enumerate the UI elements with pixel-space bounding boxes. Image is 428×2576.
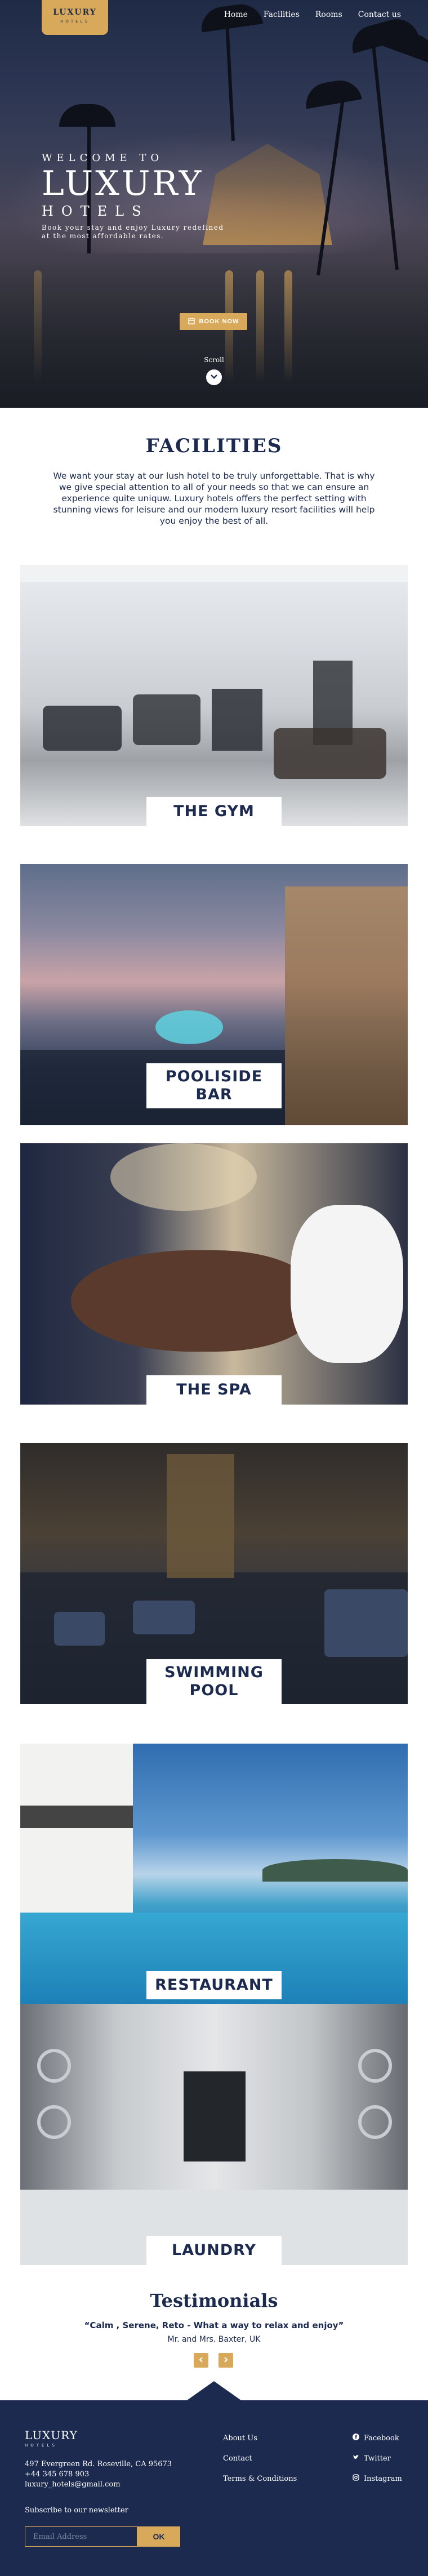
- facilities-title: FACILITIES: [145, 435, 283, 457]
- scroll-label: Scroll: [204, 356, 224, 364]
- hero-title: LUXURY: [42, 164, 204, 203]
- footer-contact-info: 497 Evergreen Rd. Roseville, CA 95673 +4…: [25, 2459, 172, 2490]
- chevron-left-icon: [198, 2356, 204, 2365]
- calendar-icon: [188, 318, 195, 326]
- facebook-icon: f: [353, 2428, 359, 2449]
- testimonial-author: Mr. and Mrs. Baxter, UK: [167, 2335, 261, 2344]
- gym-image: [20, 565, 408, 826]
- chevron-down-icon: [210, 372, 218, 383]
- testimonial-next-button[interactable]: [219, 2353, 233, 2368]
- footer-link-about[interactable]: About Us: [223, 2428, 297, 2449]
- footer-address: 497 Evergreen Rd. Roseville, CA 95673: [25, 2460, 172, 2468]
- chevron-right-icon: [223, 2356, 229, 2365]
- logo-title: LUXURY: [53, 8, 97, 17]
- testimonial-quote: “Calm , Serene, Reto - What a way to rel…: [84, 2320, 344, 2330]
- testimonials-title: Testimonials: [150, 2290, 278, 2311]
- facility-label: RESTAURANT: [146, 1971, 282, 1999]
- nav-item-contact[interactable]: Contact us: [358, 10, 401, 19]
- scroll-down-button[interactable]: [206, 369, 222, 385]
- facilities-description: We want your stay at our lush hotel to b…: [53, 471, 375, 526]
- social-twitter-label: Twitter: [364, 2454, 391, 2463]
- testimonial-arrows: [194, 2353, 233, 2368]
- hero-section: LUXURY HOTELS Home Facilities Rooms Cont…: [0, 0, 428, 408]
- nav-item-facilities[interactable]: Facilities: [264, 10, 300, 19]
- facility-card-poolside-bar[interactable]: POOLISIDE BAR: [20, 864, 408, 1125]
- footer-logo-subtitle: HOTELS: [25, 2443, 57, 2448]
- facility-label: SWIMMING POOL: [146, 1659, 282, 1704]
- facility-label: THE GYM: [146, 797, 282, 826]
- footer-email: luxury_hotels@gmail.com: [25, 2480, 121, 2489]
- facility-card-laundry[interactable]: LAUNDRY: [20, 2004, 408, 2265]
- social-instagram-label: Instagram: [364, 2475, 402, 2483]
- social-facebook-label: Facebook: [364, 2434, 399, 2443]
- logo-badge[interactable]: LUXURY HOTELS: [42, 0, 108, 35]
- hero-tagline: Book your stay and enjoy Luxury redefine…: [42, 224, 224, 240]
- hero-water: [0, 265, 428, 408]
- testimonial-prev-button[interactable]: [194, 2353, 208, 2368]
- hero-welcome: WELCOME TO: [42, 152, 164, 164]
- palm-tree-fronds: [59, 104, 115, 127]
- spa-image: [20, 1143, 408, 1405]
- footer-notch: [187, 2381, 241, 2400]
- social-instagram[interactable]: Instagram: [353, 2469, 402, 2489]
- footer-link-contact[interactable]: Contact: [223, 2449, 297, 2469]
- palm-tree-trunk: [224, 11, 235, 141]
- footer-links: About Us Contact Terms & Conditions: [223, 2428, 297, 2489]
- book-now-button[interactable]: BOOK NOW: [180, 313, 247, 330]
- newsletter-ok-button[interactable]: OK: [137, 2526, 180, 2547]
- hero-light-reflection: [256, 270, 264, 383]
- footer-phone: +44 345 678 903: [25, 2470, 90, 2479]
- hero-subtitle: HOTELS: [42, 203, 149, 219]
- nav-item-home[interactable]: Home: [224, 10, 248, 19]
- twitter-icon: [353, 2449, 359, 2469]
- footer-link-terms[interactable]: Terms & Conditions: [223, 2469, 297, 2489]
- facility-label: LAUNDRY: [146, 2236, 282, 2265]
- facility-card-restaurant[interactable]: RESTAURANT: [20, 1744, 408, 2005]
- laundry-image: [20, 2004, 408, 2265]
- hero-text-block: WELCOME TO LUXURY HOTELS Book your stay …: [42, 152, 228, 240]
- newsletter-label: Subscribe to our newsletter: [25, 2506, 128, 2515]
- hero-light-reflection: [34, 270, 42, 383]
- facility-card-swimming-pool[interactable]: SWIMMING POOL: [20, 1443, 408, 1704]
- nav-item-rooms[interactable]: Rooms: [315, 10, 342, 19]
- footer: LUXURY HOTELS 497 Evergreen Rd. Rosevill…: [0, 2400, 428, 2576]
- instagram-icon: [353, 2469, 359, 2489]
- palm-tree-fronds: [302, 77, 362, 109]
- main-nav: Home Facilities Rooms Contact us: [224, 10, 401, 19]
- facility-label: THE SPA: [146, 1375, 282, 1405]
- hero-light-reflection: [284, 270, 292, 383]
- restaurant-image: [20, 1744, 408, 2005]
- newsletter-email-input[interactable]: [25, 2526, 137, 2547]
- logo-subtitle: HOTELS: [60, 19, 90, 24]
- book-now-label: BOOK NOW: [199, 318, 239, 325]
- social-facebook[interactable]: f Facebook: [353, 2428, 402, 2449]
- facility-label: POOLISIDE BAR: [146, 1063, 282, 1108]
- footer-social: f Facebook Twitter Instagram: [353, 2428, 402, 2489]
- svg-text:f: f: [355, 2435, 357, 2441]
- footer-logo-title: LUXURY: [25, 2428, 78, 2442]
- facility-card-spa[interactable]: THE SPA: [20, 1143, 408, 1405]
- social-twitter[interactable]: Twitter: [353, 2449, 402, 2469]
- facility-card-gym[interactable]: THE GYM: [20, 565, 408, 826]
